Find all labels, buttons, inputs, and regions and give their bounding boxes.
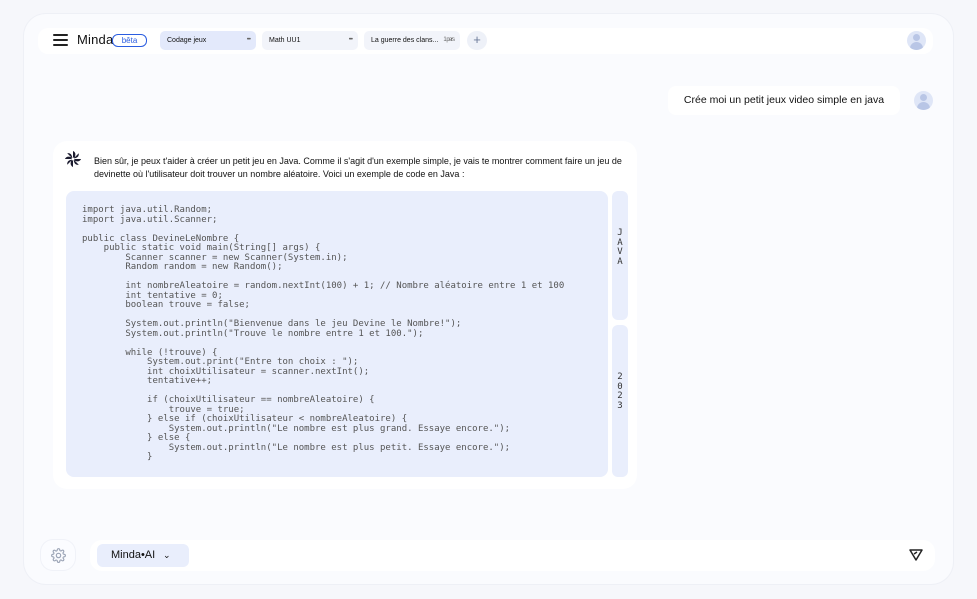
- brand-name: Minda: [77, 32, 114, 47]
- tab-label: Codage jeux: [167, 37, 207, 44]
- model-name: Minda•AI: [111, 549, 156, 561]
- tab-codage-jeux[interactable]: Codage jeux •••: [160, 31, 256, 50]
- tab-more-icon[interactable]: •••: [349, 31, 353, 50]
- user-avatar-icon[interactable]: [907, 31, 926, 50]
- gear-icon: [51, 548, 66, 563]
- code-content[interactable]: import java.util.Random; import java.uti…: [82, 205, 564, 463]
- code-language-text: J A V A: [617, 228, 623, 267]
- tab-label: Math UU1: [269, 37, 301, 44]
- pinwheel-icon: [64, 150, 82, 168]
- code-year-label: 2 0 2 3: [612, 325, 628, 477]
- tab-math[interactable]: Math UU1 •••: [262, 31, 358, 50]
- user-avatar-icon: [914, 91, 933, 110]
- add-tab-button[interactable]: +: [467, 31, 487, 50]
- beta-badge: bêta: [112, 34, 147, 47]
- tab-more-icon[interactable]: •••: [247, 31, 251, 50]
- chevron-down-icon: ⌄: [163, 550, 171, 560]
- code-block[interactable]: import java.util.Random; import java.uti…: [66, 191, 608, 477]
- code-year-text: 2 0 2 3: [617, 372, 623, 411]
- ai-message: Bien sûr, je peux t'aider à créer un pet…: [94, 156, 622, 179]
- user-message: Crée moi un petit jeux video simple en j…: [668, 86, 900, 115]
- hamburger-icon[interactable]: [53, 34, 68, 46]
- send-icon[interactable]: [906, 546, 926, 564]
- model-selector[interactable]: Minda•AI ⌄: [97, 544, 189, 567]
- chat-input-bar[interactable]: [90, 540, 935, 571]
- tab-label: La guerre des clans...: [371, 37, 439, 44]
- tab-guerre-des-clans[interactable]: La guerre des clans... 1 pers: [364, 31, 460, 50]
- tab-members-count: 1 pers: [443, 37, 455, 43]
- settings-button[interactable]: [41, 540, 75, 570]
- code-language-label: J A V A: [612, 191, 628, 320]
